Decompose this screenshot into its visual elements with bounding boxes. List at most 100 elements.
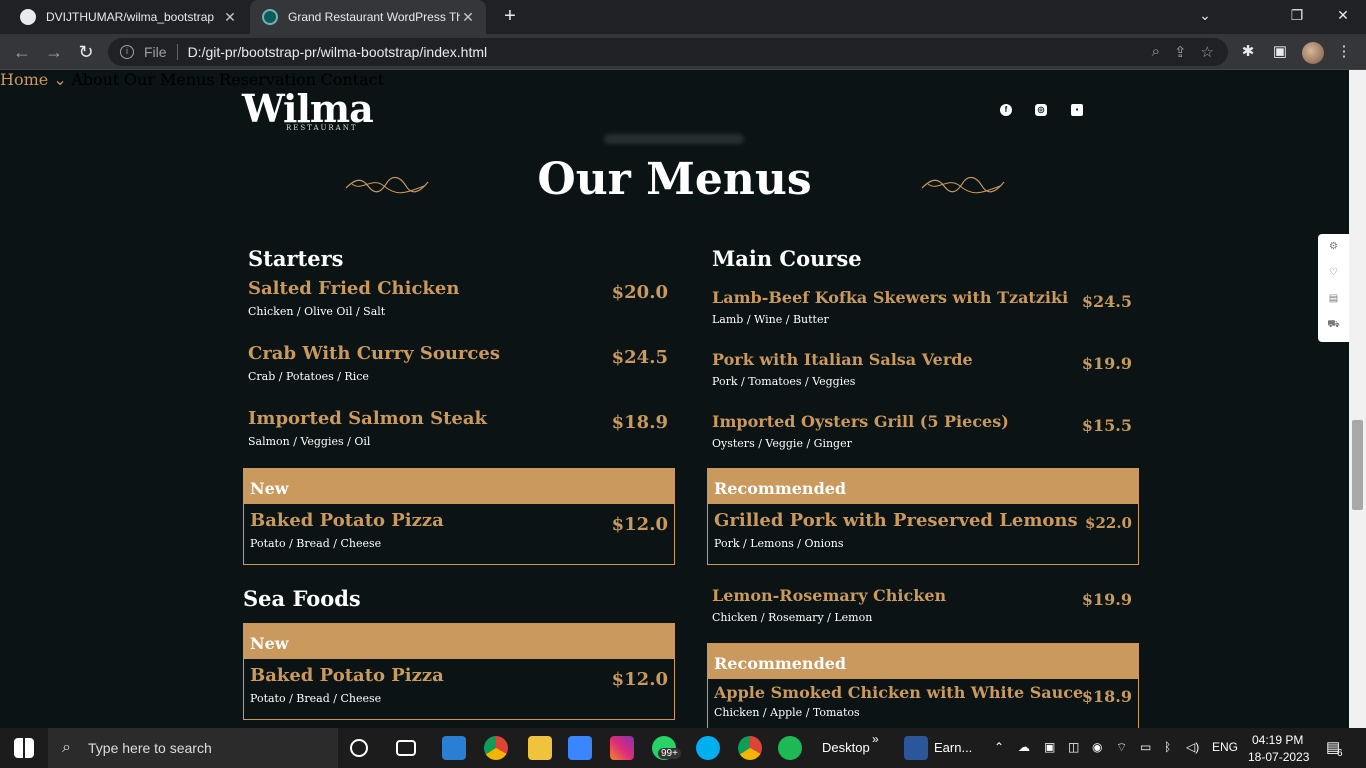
tab-search-chevron-icon[interactable]: ⌄ xyxy=(1182,0,1228,34)
featured-tag: New xyxy=(244,624,674,659)
earn-window-label[interactable]: Earn... xyxy=(934,740,972,755)
menu-kebab-icon[interactable]: ⋮ xyxy=(1334,42,1354,62)
item-price: $18.9 xyxy=(611,412,668,433)
bluetooth-icon[interactable]: ᛒ xyxy=(1164,740,1171,754)
item-name: Imported Oysters Grill (5 Pieces) xyxy=(712,412,1009,431)
close-icon[interactable]: ✕ xyxy=(222,9,238,26)
nav-about[interactable]: About xyxy=(71,70,119,89)
tray-expand-icon[interactable]: ⌃ xyxy=(994,740,1004,754)
facebook-icon[interactable]: f xyxy=(1000,104,1012,116)
info-icon[interactable]: i xyxy=(120,45,134,59)
extensions-puzzle-icon[interactable]: ✱ xyxy=(1238,42,1258,62)
item-desc: Pork / Tomatoes / Veggies xyxy=(712,375,856,388)
bookmark-star-icon[interactable]: ☆ xyxy=(1201,43,1214,61)
close-window-button[interactable]: ✕ xyxy=(1320,0,1366,34)
windows-start-icon[interactable] xyxy=(14,738,34,758)
nav-our-menus[interactable]: Our Menus xyxy=(124,70,215,89)
item-desc: Salmon / Veggies / Oil xyxy=(248,435,371,448)
featured-tag: New xyxy=(244,469,674,504)
item-price: $24.5 xyxy=(611,347,668,368)
menu-item[interactable]: Salted Fried Chicken Chicken / Olive Oil… xyxy=(248,278,668,318)
url-text[interactable]: D:/git-pr/bootstrap-pr/wilma-bootstrap/i… xyxy=(188,44,488,60)
page-title: Our Menus xyxy=(537,154,812,205)
side-panel-icon[interactable]: ▣ xyxy=(1270,42,1290,62)
taskbar-search[interactable]: ⌕ Type here to search xyxy=(48,728,338,768)
menu-item[interactable]: Lamb-Beef Kofka Skewers with Tzatziki La… xyxy=(712,288,1132,326)
heart-icon[interactable]: ♡ xyxy=(1318,260,1349,286)
wifi-icon[interactable]: ⌔ xyxy=(1116,740,1127,755)
menu-item[interactable]: Imported Salmon Steak Salmon / Veggies /… xyxy=(248,408,668,448)
chrome-profile-icon[interactable] xyxy=(738,736,762,760)
chevron-down-icon: ⌄ xyxy=(53,70,67,89)
item-price: $12.0 xyxy=(611,514,668,535)
menu-item[interactable]: Baked Potato Pizza Potato / Bread / Chee… xyxy=(250,659,668,719)
new-tab-button[interactable]: + xyxy=(498,5,522,29)
cortana-icon[interactable] xyxy=(350,739,368,757)
menu-item[interactable]: Pork with Italian Salsa Verde Pork / Tom… xyxy=(712,350,1132,388)
item-desc: Oysters / Veggie / Ginger xyxy=(712,437,852,450)
battery-icon[interactable]: ▭ xyxy=(1140,740,1151,754)
menu-item[interactable]: Imported Oysters Grill (5 Pieces) Oyster… xyxy=(712,412,1132,450)
menu-item[interactable]: Baked Potato Pizza Potato / Bread / Chee… xyxy=(250,504,668,564)
chrome-icon[interactable] xyxy=(484,736,508,760)
divider xyxy=(176,44,178,60)
skype-icon[interactable] xyxy=(696,736,720,760)
search-placeholder: Type here to search xyxy=(88,740,212,756)
share-icon[interactable]: ⇪ xyxy=(1174,43,1187,61)
chevron-right-icon[interactable]: » xyxy=(872,732,879,746)
item-name: Baked Potato Pizza xyxy=(250,665,444,686)
main-nav: Home ⌄ About Our Menus Reservation Conta… xyxy=(0,70,1349,90)
item-name: Lamb-Beef Kofka Skewers with Tzatziki xyxy=(712,288,1069,307)
nav-home[interactable]: Home ⌄ xyxy=(0,70,67,89)
settings-gear-icon[interactable]: ⚙ xyxy=(1318,234,1349,260)
scrollbar-thumb[interactable] xyxy=(1352,420,1363,510)
reload-button[interactable]: ↻ xyxy=(74,40,98,64)
tab-github[interactable]: DVIJTHUMAR/wilma_bootstrap ✕ xyxy=(8,0,248,34)
featured-menu-box: Recommended Apple Smoked Chicken with Wh… xyxy=(707,643,1139,728)
site-logo[interactable]: Wilma RESTAURANT xyxy=(242,90,374,133)
spotify-icon[interactable] xyxy=(778,736,802,760)
item-desc: Crab / Potatoes / Rice xyxy=(248,370,369,383)
volume-icon[interactable]: ◁) xyxy=(1186,740,1199,754)
microsoft-store-icon[interactable] xyxy=(568,736,592,760)
file-explorer-icon[interactable] xyxy=(528,736,552,760)
menu-item[interactable]: Crab With Curry Sources Crab / Potatoes … xyxy=(248,343,668,383)
menu-item[interactable]: Apple Smoked Chicken with White Sauce Ch… xyxy=(714,679,1132,728)
clock-date[interactable]: 18-07-2023 xyxy=(1248,750,1309,764)
tray-shield-icon[interactable]: ◉ xyxy=(1092,740,1102,754)
address-bar[interactable]: i File D:/git-pr/bootstrap-pr/wilma-boot… xyxy=(108,38,1228,66)
page-scrollbar[interactable] xyxy=(1349,70,1366,728)
language-indicator[interactable]: ENG xyxy=(1212,740,1238,754)
book-icon[interactable]: ▤ xyxy=(1318,286,1349,312)
restore-window-button[interactable]: ❐ xyxy=(1274,0,1320,34)
section-title-sea-foods: Sea Foods xyxy=(243,586,361,611)
github-icon xyxy=(20,9,36,25)
task-view-icon[interactable] xyxy=(396,740,416,756)
item-desc: Chicken / Olive Oil / Salt xyxy=(248,305,386,318)
onedrive-icon[interactable]: ☁ xyxy=(1018,740,1030,754)
shopping-bag-icon[interactable]: ▪ xyxy=(1071,104,1083,116)
item-price: $22.0 xyxy=(1085,514,1132,532)
instagram-icon[interactable]: ◎ xyxy=(1035,104,1047,116)
floating-side-toolbar: ⚙ ♡ ▤ ⛟ xyxy=(1318,234,1349,342)
cart-icon[interactable]: ⛟ xyxy=(1318,312,1349,338)
tray-app-icon[interactable]: ▣ xyxy=(1044,740,1055,754)
clock-time[interactable]: 04:19 PM xyxy=(1252,733,1303,747)
zoom-icon[interactable]: ⌕ xyxy=(1152,43,1160,61)
desktop-toolbar-label[interactable]: Desktop xyxy=(822,740,870,755)
profile-avatar[interactable] xyxy=(1302,42,1324,64)
vscode-icon[interactable] xyxy=(442,736,466,760)
item-desc: Chicken / Rosemary / Lemon xyxy=(712,611,873,624)
forward-button[interactable]: → xyxy=(42,40,66,64)
instagram-app-icon[interactable] xyxy=(610,736,634,760)
menu-item[interactable]: Grilled Pork with Preserved Lemons Pork … xyxy=(714,504,1132,564)
tab-active-page[interactable]: Grand Restaurant WordPress The ✕ xyxy=(250,0,486,34)
menu-item[interactable]: Lemon-Rosemary Chicken Chicken / Rosemar… xyxy=(712,586,1132,624)
featured-tag: Recommended xyxy=(708,644,1138,679)
item-price: $24.5 xyxy=(1081,292,1132,311)
word-document-icon[interactable] xyxy=(904,736,928,760)
back-button[interactable]: ← xyxy=(10,40,34,64)
close-icon[interactable]: ✕ xyxy=(460,9,476,26)
featured-menu-box: New Baked Potato Pizza Potato / Bread / … xyxy=(243,468,675,565)
tray-camera-icon[interactable]: ◫ xyxy=(1068,740,1079,754)
